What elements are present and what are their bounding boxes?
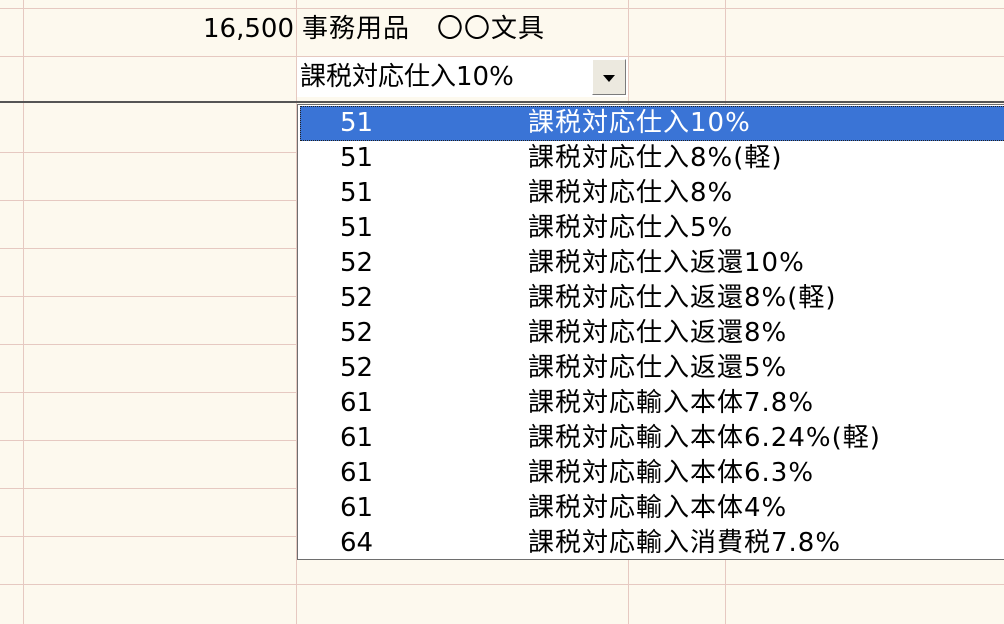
dropdown-option[interactable]: 61 課税対応輸入本体6.3% [300, 456, 1004, 491]
dropdown-option[interactable]: 51 課税対応仕入10% [300, 106, 1004, 141]
option-label: 課税対応輸入本体6.24%(軽) [528, 423, 881, 453]
spreadsheet-grid: 16,500 事務用品 〇〇文具 課税対応仕入10% 51 課税対応仕入10% 51… [0, 0, 1004, 624]
option-code: 51 [340, 178, 374, 208]
tax-category-dropdown-list[interactable]: 51 課税対応仕入10% 51 課税対応仕入8%(軽) 51 課税対応仕入8% 51 課税対応… [297, 104, 1004, 560]
grid-row-divider [0, 8, 1004, 9]
dropdown-option[interactable]: 52 課税対応仕入返還8% [300, 316, 1004, 351]
option-label: 課税対応仕入8%(軽) [528, 143, 783, 173]
option-code: 51 [340, 213, 374, 243]
option-code: 52 [340, 353, 374, 383]
option-code: 52 [340, 283, 374, 313]
chevron-down-icon [603, 75, 615, 82]
dropdown-toggle-button[interactable] [592, 59, 626, 95]
option-label: 課税対応輸入消費税7.8% [528, 528, 842, 558]
dropdown-option[interactable]: 64 課税対応輸入消費税7.8% [300, 526, 1004, 559]
option-label: 課税対応輸入本体4% [528, 493, 788, 523]
tax-category-combobox[interactable]: 課税対応仕入10% [297, 57, 628, 97]
option-label: 課税対応仕入返還10% [528, 248, 805, 278]
option-label: 課税対応仕入返還5% [528, 353, 788, 383]
dropdown-option[interactable]: 52 課税対応仕入返還8%(軽) [300, 281, 1004, 316]
option-label: 課税対応輸入本体7.8% [528, 388, 815, 418]
tax-category-value: 課税対応仕入10% [300, 62, 514, 92]
dropdown-option[interactable]: 61 課税対応輸入本体4% [300, 491, 1004, 526]
dropdown-option[interactable]: 52 課税対応仕入返還10% [300, 246, 1004, 281]
option-code: 61 [340, 458, 374, 488]
option-code: 51 [340, 143, 374, 173]
option-code: 61 [340, 388, 374, 418]
dropdown-option[interactable]: 51 課税対応仕入8% [300, 176, 1004, 211]
option-code: 51 [340, 108, 374, 138]
option-code: 52 [340, 248, 374, 278]
grid-row-divider [0, 584, 1004, 585]
dropdown-option[interactable]: 51 課税対応仕入8%(軽) [300, 141, 1004, 176]
option-code: 61 [340, 423, 374, 453]
option-label: 課税対応仕入8% [528, 178, 734, 208]
option-label: 課税対応仕入返還8% [528, 318, 788, 348]
dropdown-option[interactable]: 51 課税対応仕入5% [300, 211, 1004, 246]
option-label: 課税対応輸入本体6.3% [528, 458, 815, 488]
description-cell[interactable]: 事務用品 〇〇文具 [302, 11, 545, 47]
dropdown-option[interactable]: 52 課税対応仕入返還5% [300, 351, 1004, 386]
grid-column-divider [23, 0, 24, 624]
dropdown-option[interactable]: 61 課税対応輸入本体6.24%(軽) [300, 421, 1004, 456]
option-label: 課税対応仕入5% [528, 213, 734, 243]
option-label: 課税対応仕入10% [528, 108, 751, 138]
option-code: 64 [340, 528, 374, 558]
grid-record-separator [0, 101, 1004, 103]
amount-cell[interactable]: 16,500 [24, 11, 294, 47]
option-code: 52 [340, 318, 374, 348]
dropdown-option[interactable]: 61 課税対応輸入本体7.8% [300, 386, 1004, 421]
option-label: 課税対応仕入返還8%(軽) [528, 283, 837, 313]
option-code: 61 [340, 493, 374, 523]
